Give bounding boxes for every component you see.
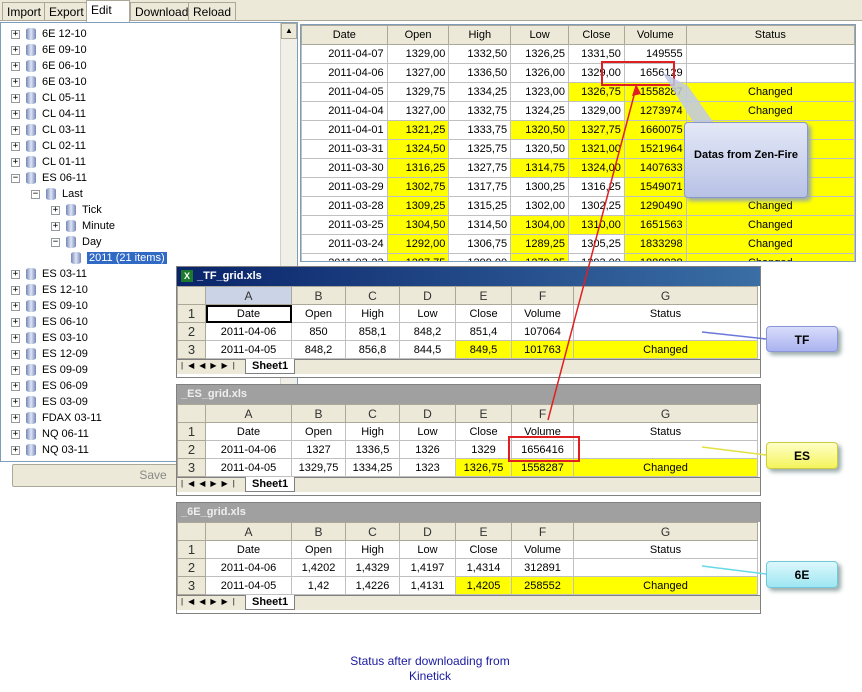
- annotation-arrows: [547, 72, 767, 575]
- es-callout: ES: [766, 442, 838, 469]
- caption: Status after downloading from Kinetick: [350, 654, 510, 683]
- tf-callout: TF: [766, 326, 838, 352]
- zenfire-callout: Datas from Zen-Fire: [684, 122, 808, 198]
- 6e-callout: 6E: [766, 561, 838, 588]
